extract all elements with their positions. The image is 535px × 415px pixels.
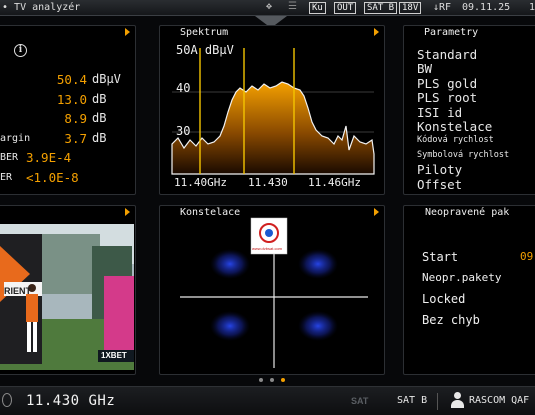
video-preview: [0, 224, 134, 370]
x-tick-label: 11.46GHz: [308, 176, 361, 189]
pager-dot-active[interactable]: [281, 378, 285, 382]
satellite-dish-icon: ✥: [266, 1, 273, 12]
parameter-item[interactable]: Symbolová rychlost: [417, 150, 509, 160]
bottom-bar: 11.430 GHz SAT SAT B RASCOM QAF: [0, 386, 535, 415]
app-title: • TV analyzér: [2, 2, 81, 13]
pager-dot[interactable]: [270, 378, 274, 382]
measurement-row: 50.4 dBμV: [0, 72, 140, 87]
frequency-icon: [2, 393, 12, 407]
measurement-value: 13.0: [56, 92, 87, 107]
sat-badge: SAT B: [364, 2, 398, 14]
date-display: 09.11.25: [462, 2, 511, 13]
time-display: 1: [529, 2, 535, 13]
measurement-row: 13.0 dB: [0, 92, 140, 107]
parameter-item[interactable]: ISI id: [417, 105, 462, 120]
locked-label: Locked: [422, 292, 466, 306]
measurement-row: 8.9 dB: [0, 111, 140, 126]
x-tick-label: 11.40GHz: [174, 176, 227, 189]
symbol-cluster: [298, 249, 338, 279]
y-tick-label: 30: [176, 124, 191, 138]
video-sponsor-text: 1XBET: [101, 351, 127, 360]
parameter-item[interactable]: Standard: [417, 47, 477, 62]
parameter-item[interactable]: PLS gold: [417, 76, 477, 91]
y-tick-label: 40: [176, 81, 191, 95]
rf-indicator: ↓RF: [433, 2, 452, 13]
no-errors-label: Bez chyb: [422, 313, 480, 327]
parameter-item[interactable]: Piloty: [417, 162, 462, 177]
video-panel[interactable]: RIENT 1XBET: [0, 205, 136, 375]
sat-indicator: SAT B: [397, 395, 428, 406]
measurement-label: BER: [0, 152, 19, 163]
spectrum-panel[interactable]: Spektrum 50A dBμV 40 30 11.40GHz 11.430 …: [159, 25, 385, 195]
constellation-panel[interactable]: Konstelace www.dvbsat.com: [159, 205, 385, 375]
info-icon[interactable]: i: [14, 44, 27, 57]
measurement-value: 50.4: [56, 72, 87, 87]
start-value: 09: [520, 250, 534, 263]
measurement-value: <1.0E-8: [26, 170, 79, 185]
measurement-label: ER: [0, 172, 13, 183]
measurement-value: 3.7: [64, 131, 87, 146]
uncorrected-title: Neopravené pak: [425, 207, 510, 218]
measurement-row: ER <1.0E-8: [0, 170, 140, 185]
parameter-item[interactable]: PLS root: [417, 90, 477, 105]
top-status-bar: • TV analyzér ✥ ☰ Ku OUT SAT B 18V ↓RF 0…: [0, 0, 535, 16]
video-banner-text: RIENT: [4, 286, 31, 296]
measurement-unit: dB: [92, 92, 107, 106]
voltage-badge: 18V: [399, 2, 422, 14]
measurement-row: argin 3.7 dB: [0, 131, 140, 146]
parameter-item[interactable]: Offset: [417, 177, 462, 192]
constellation-diagram[interactable]: [160, 206, 386, 376]
measurement-value: 3.9E-4: [26, 150, 72, 165]
uncorrected-packets-panel[interactable]: Neopravené pak Start 09 Neopr.pakety Loc…: [403, 205, 535, 375]
watermark-text: www.dvbsat.com: [252, 246, 283, 251]
panel-expand-arrow-icon[interactable]: [125, 208, 130, 216]
symbol-cluster: [210, 249, 250, 279]
start-label: Start: [422, 250, 459, 264]
user-icon: [451, 392, 464, 408]
band-badge: Ku: [309, 2, 326, 14]
x-tick-label: 11.430: [248, 176, 288, 189]
measurement-unit: dB: [92, 131, 107, 145]
panel-expand-arrow-icon[interactable]: [125, 28, 130, 36]
wifi-icon: ☰: [288, 1, 297, 12]
parameter-item[interactable]: Konstelace: [417, 119, 492, 134]
symbol-cluster: [210, 311, 250, 341]
measurement-label: argin: [0, 133, 31, 144]
spectrum-ref-level: 50A dBμV: [176, 43, 234, 57]
sat-logo: SAT: [351, 396, 369, 406]
divider: [437, 393, 438, 410]
measurement-unit: dB: [92, 111, 107, 125]
output-badge: OUT: [334, 2, 357, 14]
parameters-title: Parametry: [424, 27, 479, 38]
pager-dot[interactable]: [259, 378, 263, 382]
user-name: RASCOM QAF: [469, 395, 530, 406]
measurement-unit: dBμV: [92, 72, 121, 86]
measurement-value: 8.9: [64, 111, 87, 126]
uncorrected-label: Neopr.pakety: [422, 271, 502, 284]
parameter-item[interactable]: Kódová rychlost: [417, 135, 494, 145]
spectrum-fill: [171, 81, 375, 175]
parameter-item[interactable]: BW: [417, 61, 432, 76]
measurement-row: BER 3.9E-4: [0, 150, 140, 165]
frequency-display[interactable]: 11.430 GHz: [26, 393, 115, 409]
symbol-cluster: [298, 311, 338, 341]
